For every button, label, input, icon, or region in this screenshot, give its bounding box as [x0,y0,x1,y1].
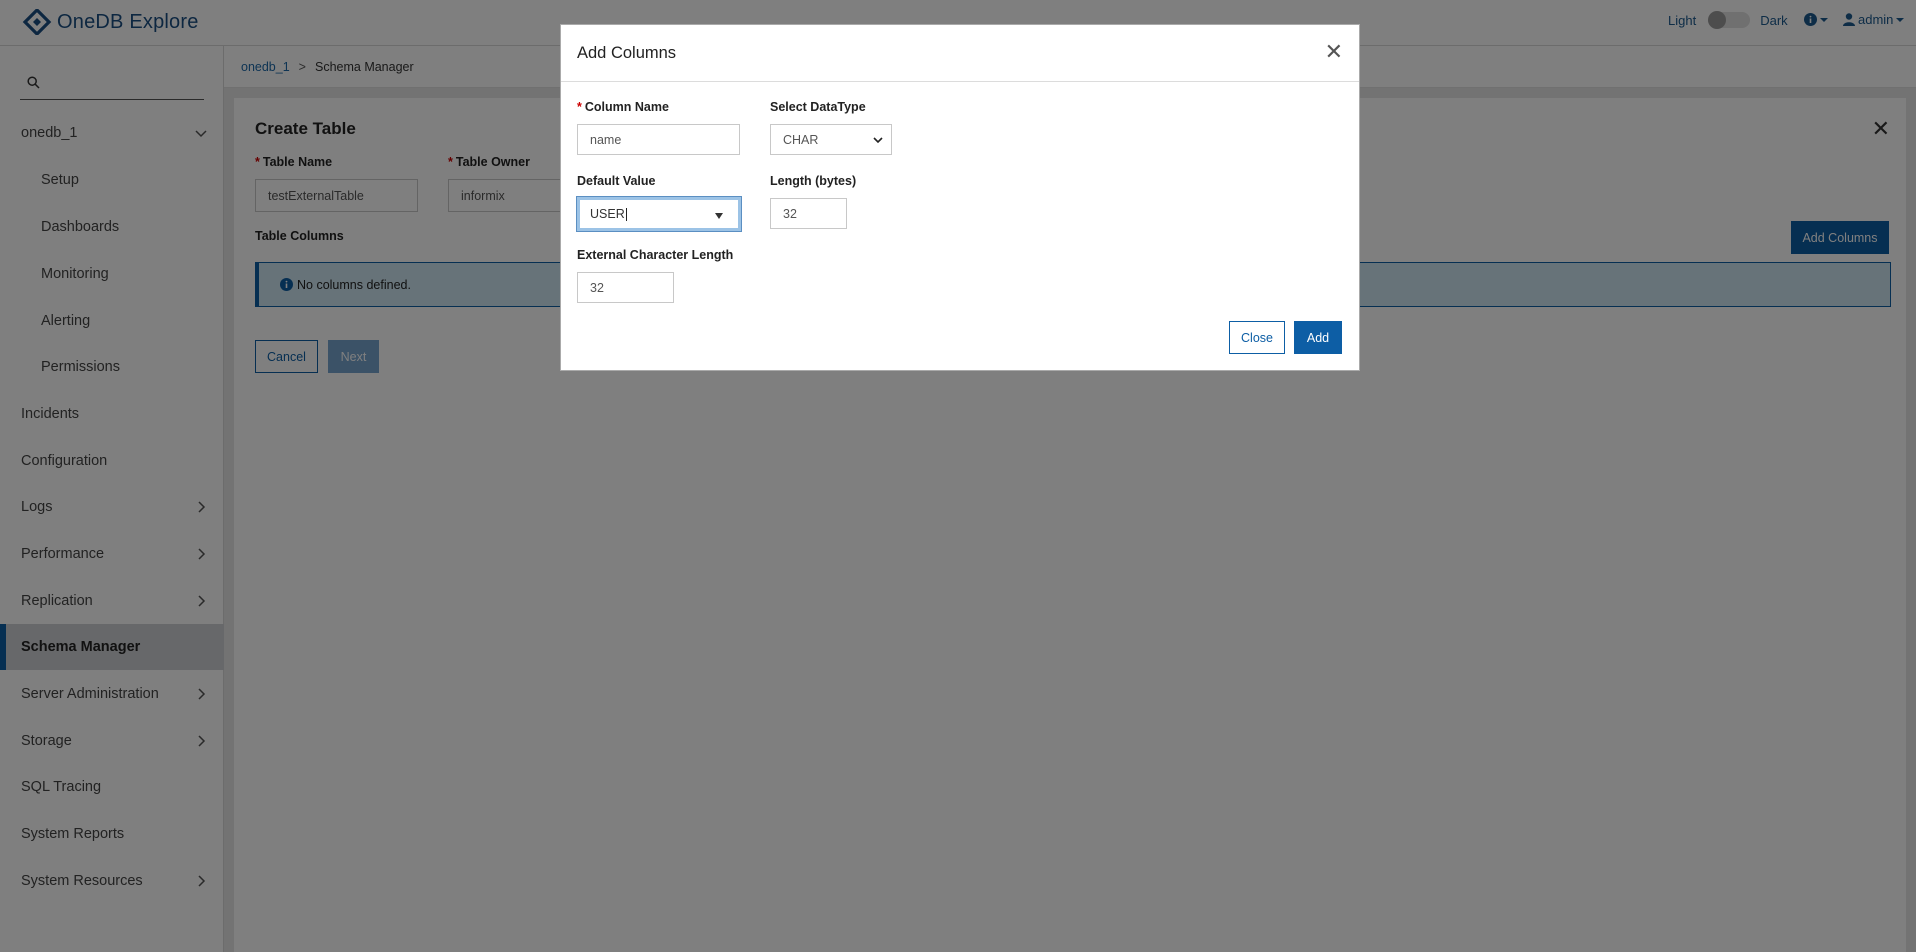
default-value-label: Default Value [577,174,656,188]
datatype-select[interactable]: CHAR [770,124,892,155]
length-label: Length (bytes) [770,174,857,188]
close-icon[interactable]: ✕ [1325,39,1343,65]
add-columns-dialog: Add Columns ✕ * Column Name name Select D… [560,24,1360,371]
chevron-down-icon [873,137,883,144]
dialog-title: Add Columns [577,44,677,62]
datatype-selected-value: CHAR [783,132,819,147]
default-value-input[interactable]: USER [590,207,625,221]
close-button[interactable]: Close [1229,321,1285,354]
length-input[interactable]: 32 [770,198,847,229]
add-button[interactable]: Add [1294,321,1342,354]
datatype-label: Select DataType [770,100,866,114]
default-value-combobox[interactable]: USER [576,196,742,232]
dropdown-arrow-icon[interactable] [715,213,723,219]
ext-char-length-label: External Character Length [577,248,734,262]
ext-char-length-input[interactable]: 32 [577,272,674,303]
column-name-input[interactable]: name [577,124,740,155]
column-name-label: * Column Name [577,100,669,114]
dialog-header: Add Columns ✕ [561,25,1359,82]
text-cursor [625,207,627,221]
